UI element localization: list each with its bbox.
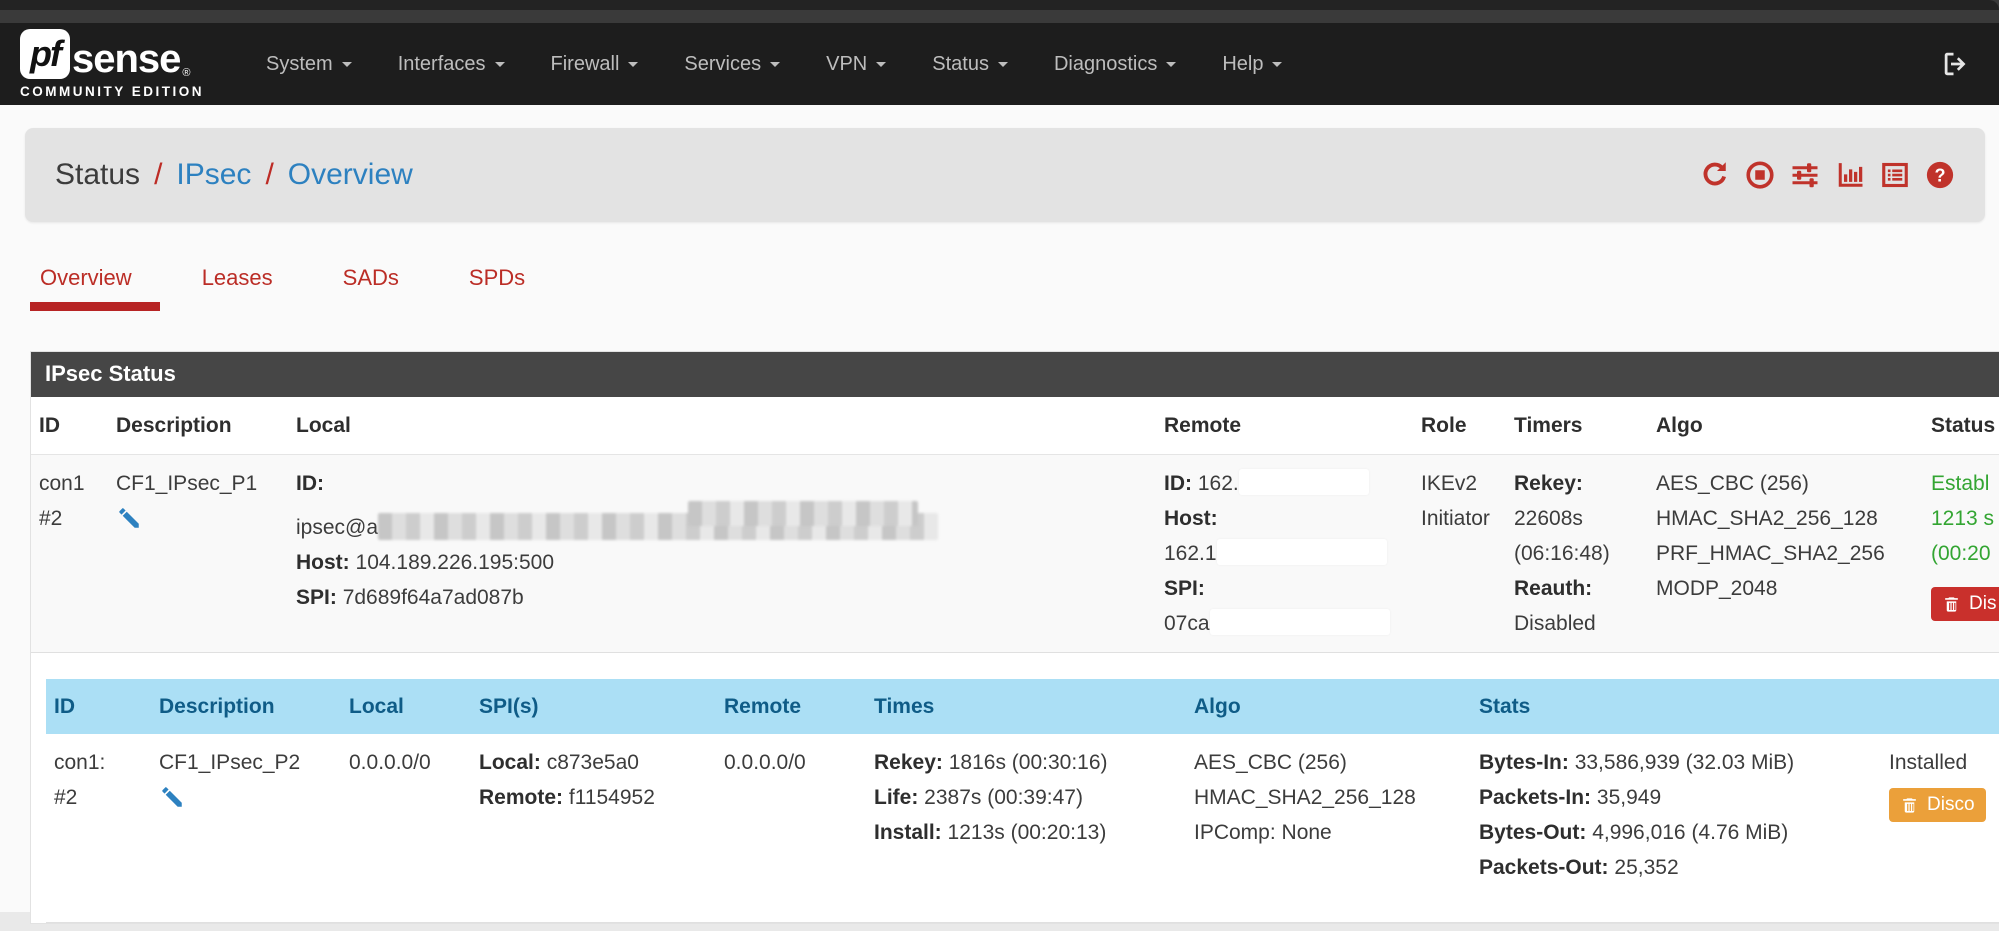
p1-description-cell: CF1_IPsec_P1 <box>108 455 288 652</box>
caret-down-icon <box>628 62 638 72</box>
col2-algo: Algo <box>1186 679 1471 734</box>
caret-down-icon <box>1166 62 1176 72</box>
ipsec-status-panel: IPsec Status ID Description Local Remote… <box>30 351 1999 924</box>
p2-description-cell: CF1_IPsec_P2 <box>151 734 341 896</box>
sliders-icon[interactable] <box>1790 160 1820 190</box>
p1-status-cell: Establ 1213 s (00:20 Dis <box>1923 455 1999 652</box>
col2-times: Times <box>866 679 1186 734</box>
col-remote: Remote <box>1156 397 1413 454</box>
col2-local: Local <box>341 679 471 734</box>
pfsense-logo-mark: pf <box>20 29 70 79</box>
col-id: ID <box>31 397 108 454</box>
stop-icon[interactable] <box>1745 160 1775 190</box>
status-established: Establ <box>1931 466 1991 501</box>
breadcrumb-actions: ? <box>1700 160 1955 190</box>
row-spacer <box>31 653 1999 679</box>
breadcrumb-bar: Status / IPsec / Overview ? <box>25 128 1985 222</box>
col-status: Status <box>1923 397 1999 454</box>
p1-role-cell: IKEv2Initiator <box>1413 455 1506 652</box>
list-icon[interactable] <box>1880 160 1910 190</box>
p1-id-cell: con1#2 <box>31 455 108 652</box>
trash-icon <box>1900 796 1919 815</box>
caret-down-icon <box>876 62 886 72</box>
caret-down-icon <box>495 62 505 72</box>
col2-id: ID <box>46 679 151 734</box>
menu-system[interactable]: System <box>250 43 368 86</box>
redacted-remote-spi <box>1210 609 1390 635</box>
caret-down-icon <box>1272 62 1282 72</box>
phase1-header-row: ID Description Local Remote Role Timers … <box>31 397 1999 455</box>
p2-local-cell: 0.0.0.0/0 <box>341 734 471 896</box>
col-local: Local <box>288 397 1156 454</box>
menu-firewall[interactable]: Firewall <box>535 43 655 86</box>
col-description: Description <box>108 397 288 454</box>
p2-stats-cell: Bytes-In: 33,586,939 (32.03 MiB) Packets… <box>1471 734 1881 896</box>
edit-pencil-icon[interactable] <box>159 784 333 821</box>
refresh-icon[interactable] <box>1700 160 1730 190</box>
p1-remote-cell: ID: 162. Host: 162.1 SPI: 07ca <box>1156 455 1413 652</box>
menu-status[interactable]: Status <box>916 43 1024 86</box>
caret-down-icon <box>998 62 1008 72</box>
status-tabs: Overview Leases SADs SPDs <box>36 265 1999 311</box>
p1-algo-cell: AES_CBC (256) HMAC_SHA2_256_128 PRF_HMAC… <box>1648 455 1923 652</box>
menu-interfaces[interactable]: Interfaces <box>382 43 521 86</box>
col2-remote: Remote <box>716 679 866 734</box>
p2-spis-cell: Local: c873e5a0 Remote: f1154952 <box>471 734 716 896</box>
disconnect-child-button[interactable]: Disco <box>1889 788 1986 822</box>
tab-overview[interactable]: Overview <box>36 265 136 311</box>
phase2-row: con1:#2 CF1_IPsec_P2 0.0.0.0/0 Local: c8… <box>46 734 1999 923</box>
community-edition-label: COMMUNITY EDITION <box>20 84 204 99</box>
menu-diagnostics[interactable]: Diagnostics <box>1038 43 1192 86</box>
p2-times-cell: Rekey: 1816s (00:30:16) Life: 2387s (00:… <box>866 734 1186 896</box>
help-icon[interactable]: ? <box>1925 160 1955 190</box>
status-installed: Installed <box>1889 745 1991 780</box>
col2-stats: Stats <box>1471 679 1881 734</box>
menu-help[interactable]: Help <box>1206 43 1298 86</box>
top-navbar: pf sense ® COMMUNITY EDITION System Inte… <box>0 23 1999 105</box>
sign-out-icon[interactable] <box>1941 49 1971 79</box>
redacted-remote-id <box>1239 469 1369 495</box>
page-content: Status / IPsec / Overview ? <box>0 105 1999 912</box>
col2-description: Description <box>151 679 341 734</box>
p1-local-cell: ID: ipsec@a Host: 104.189.226.195:500 SP… <box>288 455 1156 652</box>
p2-remote-cell: 0.0.0.0/0 <box>716 734 866 896</box>
breadcrumb: Status / IPsec / Overview <box>55 158 413 192</box>
col-algo: Algo <box>1648 397 1923 454</box>
col2-status <box>1881 679 1999 734</box>
col-timers: Timers <box>1506 397 1648 454</box>
menu-vpn[interactable]: VPN <box>810 43 902 86</box>
tab-spds[interactable]: SPDs <box>465 265 529 311</box>
menu-services[interactable]: Services <box>668 43 796 86</box>
breadcrumb-status: Status <box>55 158 140 192</box>
p1-timers-cell: Rekey: 22608s (06:16:48) Reauth: Disable… <box>1506 455 1648 652</box>
bar-chart-icon[interactable] <box>1835 160 1865 190</box>
col2-spis: SPI(s) <box>471 679 716 734</box>
disconnect-button[interactable]: Dis <box>1931 587 1999 621</box>
caret-down-icon <box>770 62 780 72</box>
breadcrumb-overview-link[interactable]: Overview <box>288 158 413 192</box>
redacted-remote-host <box>1217 539 1387 565</box>
col-role: Role <box>1413 397 1506 454</box>
caret-down-icon <box>342 62 352 72</box>
panel-title: IPsec Status <box>31 352 1999 397</box>
window-chrome-top <box>0 0 1999 10</box>
tab-sads[interactable]: SADs <box>339 265 403 311</box>
tab-leases[interactable]: Leases <box>198 265 277 311</box>
svg-text:?: ? <box>1934 165 1945 185</box>
main-menu: System Interfaces Firewall Services VPN … <box>250 43 1941 86</box>
trash-icon <box>1942 595 1961 614</box>
phase2-header-row: ID Description Local SPI(s) Remote Times… <box>46 679 1999 734</box>
p2-id-cell: con1:#2 <box>46 734 151 896</box>
p2-algo-cell: AES_CBC (256) HMAC_SHA2_256_128 IPComp: … <box>1186 734 1471 896</box>
p2-status-cell: Installed Disco <box>1881 734 1999 896</box>
phase1-row: con1#2 CF1_IPsec_P1 ID: ipsec@a Host: 10… <box>31 455 1999 653</box>
breadcrumb-ipsec-link[interactable]: IPsec <box>176 158 251 192</box>
pfsense-logo[interactable]: pf sense ® COMMUNITY EDITION <box>20 29 204 99</box>
window-chrome-strip <box>0 10 1999 23</box>
redacted-local-id-2 <box>688 501 918 526</box>
edit-pencil-icon[interactable] <box>116 505 280 542</box>
